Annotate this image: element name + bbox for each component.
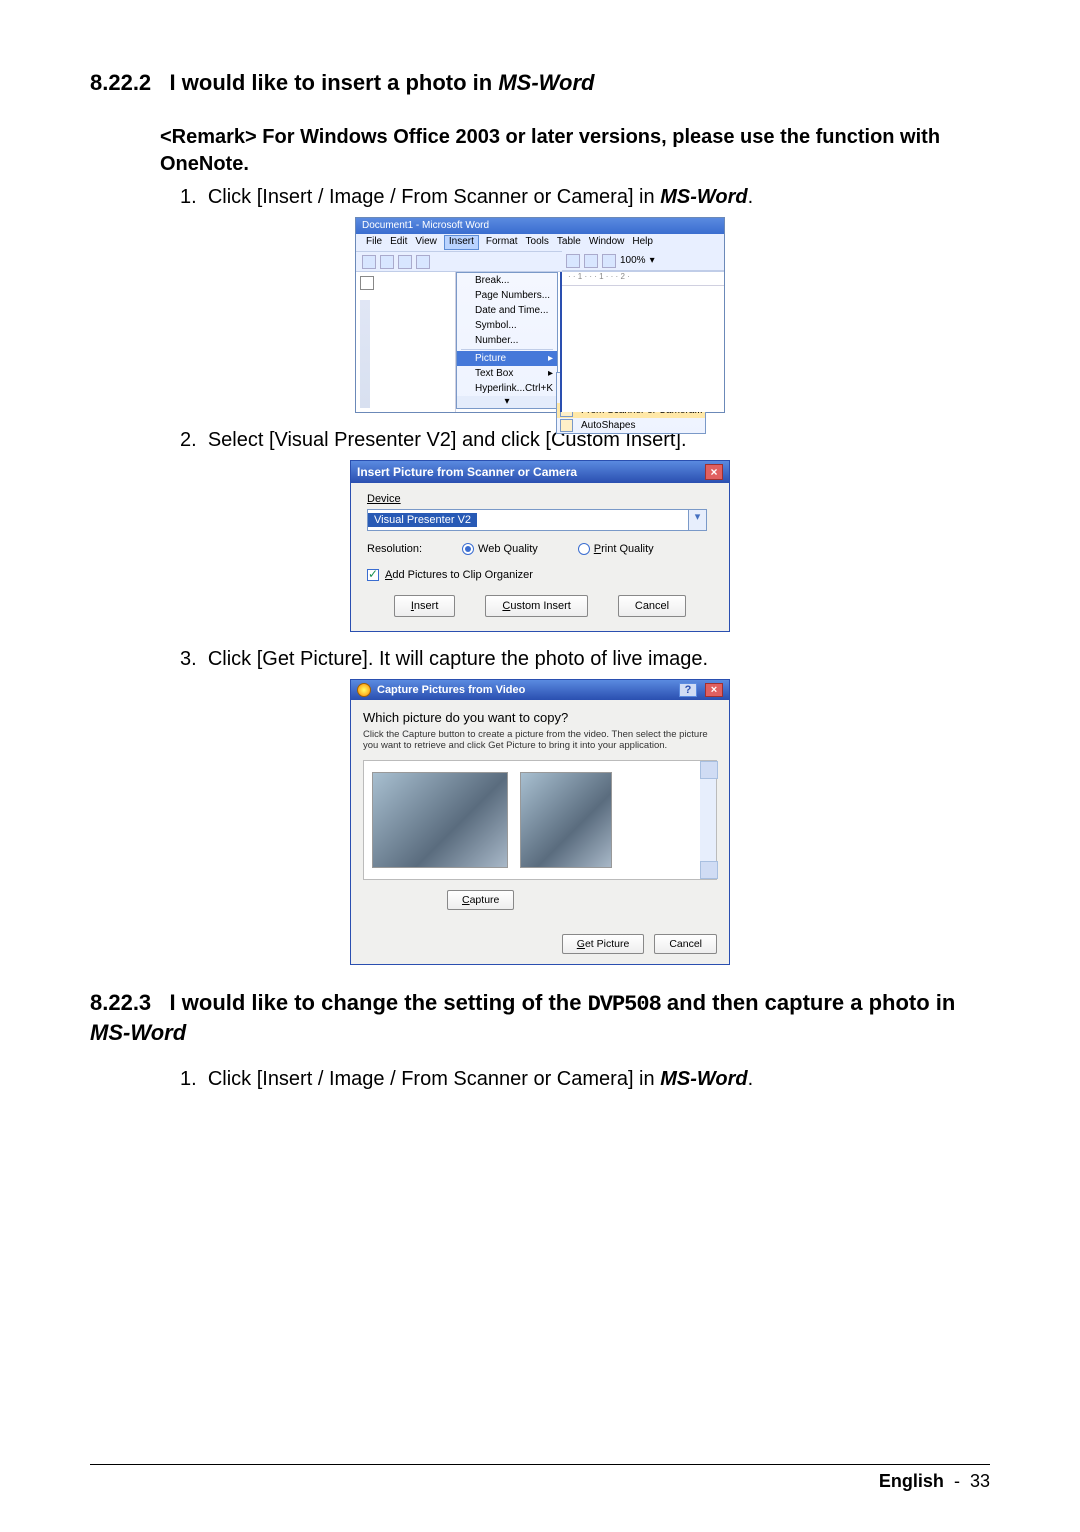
word-left-pane bbox=[356, 272, 456, 412]
page-footer: English - 33 bbox=[90, 1464, 990, 1492]
mi-textbox[interactable]: Text Box ▸ bbox=[457, 366, 557, 381]
word-title-bar: Document1 - Microsoft Word bbox=[356, 218, 724, 234]
question-text: Which picture do you want to copy? bbox=[363, 710, 717, 725]
insert-dialog: Insert Picture from Scanner or Camera × … bbox=[350, 460, 730, 632]
model-name: DVP508 bbox=[588, 992, 661, 1017]
cancel-button[interactable]: Cancel bbox=[654, 934, 717, 954]
mi-date-time[interactable]: Date and Time... bbox=[457, 303, 557, 318]
step-number: 1. bbox=[180, 1068, 197, 1090]
hint-text: Click the Capture button to create a pic… bbox=[363, 729, 717, 752]
scrollbar[interactable] bbox=[700, 761, 716, 879]
mi-break[interactable]: Break... bbox=[457, 273, 557, 288]
custom-insert-button[interactable]: Custom Insert bbox=[485, 595, 587, 617]
new-icon[interactable] bbox=[362, 255, 376, 269]
expand-icon[interactable]: ▾ bbox=[457, 396, 557, 408]
menu-help[interactable]: Help bbox=[632, 236, 653, 249]
section-title-pre: I would like to insert a photo in bbox=[170, 70, 499, 95]
thumbnail-1[interactable] bbox=[372, 772, 508, 868]
step-app: MS-Word bbox=[660, 186, 747, 208]
section-title-app: MS-Word bbox=[498, 70, 594, 95]
figure-word-menu: Document1 - Microsoft Word File Edit Vie… bbox=[90, 217, 990, 413]
section-heading-1: 8.22.2 I would like to insert a photo in… bbox=[90, 70, 990, 96]
menu-view[interactable]: View bbox=[415, 236, 437, 249]
autoshapes-icon bbox=[560, 419, 573, 432]
get-picture-button[interactable]: Get Picture bbox=[562, 934, 645, 954]
mi-page-numbers[interactable]: Page Numbers... bbox=[457, 288, 557, 303]
menu-edit[interactable]: Edit bbox=[390, 236, 407, 249]
zoom-value[interactable]: 100% bbox=[620, 255, 646, 266]
help-icon[interactable]: ? bbox=[679, 683, 697, 697]
section-number: 8.22.3 bbox=[90, 990, 151, 1015]
table-icon[interactable] bbox=[602, 254, 616, 268]
print-icon[interactable] bbox=[416, 255, 430, 269]
thumbnail-2[interactable] bbox=[520, 772, 612, 868]
cancel-button[interactable]: Cancel bbox=[618, 595, 686, 617]
figure-insert-dialog: Insert Picture from Scanner or Camera × … bbox=[90, 460, 990, 632]
section-heading-2: 8.22.3 I would like to change the settin… bbox=[90, 989, 990, 1048]
step-3: 3. Click [Get Picture]. It will capture … bbox=[180, 646, 990, 673]
radio-print[interactable]: Print Quality bbox=[578, 543, 654, 555]
menu-file[interactable]: File bbox=[366, 236, 382, 249]
thumbnail-list[interactable] bbox=[363, 760, 717, 880]
dialog-title-bar: Insert Picture from Scanner or Camera × bbox=[351, 461, 729, 483]
checkbox-on-icon bbox=[367, 569, 379, 581]
step-text: Click [Get Picture]. It will capture the… bbox=[208, 648, 708, 670]
mi-symbol[interactable]: Symbol... bbox=[457, 318, 557, 333]
mi-hyperlink[interactable]: Hyperlink... Ctrl+K bbox=[457, 381, 557, 396]
word-menu-bar[interactable]: File Edit View Insert Format Tools Table… bbox=[356, 234, 724, 252]
figure-capture-dialog: Capture Pictures from Video ? × Which pi… bbox=[90, 679, 990, 965]
footer-page-number: 33 bbox=[970, 1471, 990, 1491]
zoom-dropdown-icon[interactable]: ▾ bbox=[650, 255, 655, 266]
step-text: Click [Insert / Image / From Scanner or … bbox=[208, 186, 660, 208]
section-number: 8.22.2 bbox=[90, 70, 151, 95]
dropdown-icon[interactable]: ▾ bbox=[688, 510, 706, 530]
undo-icon[interactable] bbox=[566, 254, 580, 268]
shortcut: Ctrl+K bbox=[525, 381, 553, 396]
research-icon[interactable] bbox=[584, 254, 598, 268]
insert-dropdown[interactable]: Break... Page Numbers... Date and Time..… bbox=[456, 272, 558, 409]
ruler-corner bbox=[360, 276, 374, 290]
menu-format[interactable]: Format bbox=[486, 236, 518, 249]
resolution-label: Resolution: bbox=[367, 543, 422, 555]
capture-button[interactable]: Capture bbox=[447, 890, 514, 910]
step-text: Click [Insert / Image / From Scanner or … bbox=[208, 1068, 660, 1090]
app-icon bbox=[357, 683, 371, 697]
radio-web[interactable]: Web Quality bbox=[462, 543, 538, 555]
step-1: 1. Click [Insert / Image / From Scanner … bbox=[180, 184, 990, 211]
close-icon[interactable]: × bbox=[705, 683, 723, 697]
mi-number[interactable]: Number... bbox=[457, 333, 557, 348]
radio-on-icon bbox=[462, 543, 474, 555]
insert-button[interactable]: Insert bbox=[394, 595, 456, 617]
dialog-title-bar: Capture Pictures from Video ? × bbox=[351, 680, 729, 700]
close-icon[interactable]: × bbox=[705, 464, 723, 480]
radio-off-icon bbox=[578, 543, 590, 555]
step-2-1: 1. Click [Insert / Image / From Scanner … bbox=[180, 1066, 990, 1093]
save-icon[interactable] bbox=[398, 255, 412, 269]
chevron-right-icon: ▸ bbox=[548, 366, 553, 381]
step-app: MS-Word bbox=[660, 1068, 747, 1090]
device-label: Device bbox=[367, 493, 713, 505]
device-dropdown[interactable]: Visual Presenter V2 ▾ bbox=[367, 509, 707, 531]
open-icon[interactable] bbox=[380, 255, 394, 269]
chevron-right-icon: ▸ bbox=[548, 351, 553, 366]
step-number: 2. bbox=[180, 429, 197, 451]
capture-dialog: Capture Pictures from Video ? × Which pi… bbox=[350, 679, 730, 965]
menu-insert[interactable]: Insert bbox=[444, 235, 479, 250]
menu-table[interactable]: Table bbox=[557, 236, 581, 249]
add-checkbox-row[interactable]: Add Pictures to Clip Organizer bbox=[367, 569, 713, 581]
remark-text: <Remark> For Windows Office 2003 or late… bbox=[160, 124, 990, 178]
step-number: 3. bbox=[180, 648, 197, 670]
footer-language: English bbox=[879, 1471, 944, 1491]
menu-tools[interactable]: Tools bbox=[526, 236, 549, 249]
menu-window[interactable]: Window bbox=[589, 236, 625, 249]
mi-picture[interactable]: Picture ▸ bbox=[457, 351, 557, 366]
device-value: Visual Presenter V2 bbox=[368, 513, 477, 527]
mi-autoshapes[interactable]: AutoShapes bbox=[557, 418, 705, 433]
ruler: · · 1 · · · 1 · · · 2 · bbox=[562, 272, 724, 286]
step-number: 1. bbox=[180, 186, 197, 208]
word-doc-area: 100% ▾ · · 1 · · · 1 · · · 2 · bbox=[560, 272, 724, 412]
